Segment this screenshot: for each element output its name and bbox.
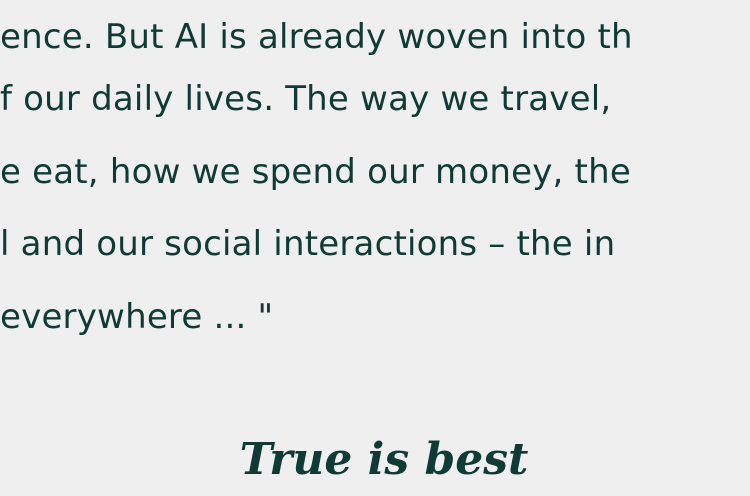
- quote-line: everywhere ... ": [0, 297, 274, 337]
- quote-line: f our daily lives. The way we travel,: [0, 79, 612, 119]
- tagline-heading: True is best: [239, 434, 529, 485]
- quote-line: e eat, how we spend our money, the: [0, 152, 631, 192]
- page: ence. But AI is already woven into th f …: [0, 0, 750, 496]
- quote-line: l and our social interactions – the in: [0, 224, 616, 264]
- quote-line: ence. But AI is already woven into th: [0, 17, 633, 57]
